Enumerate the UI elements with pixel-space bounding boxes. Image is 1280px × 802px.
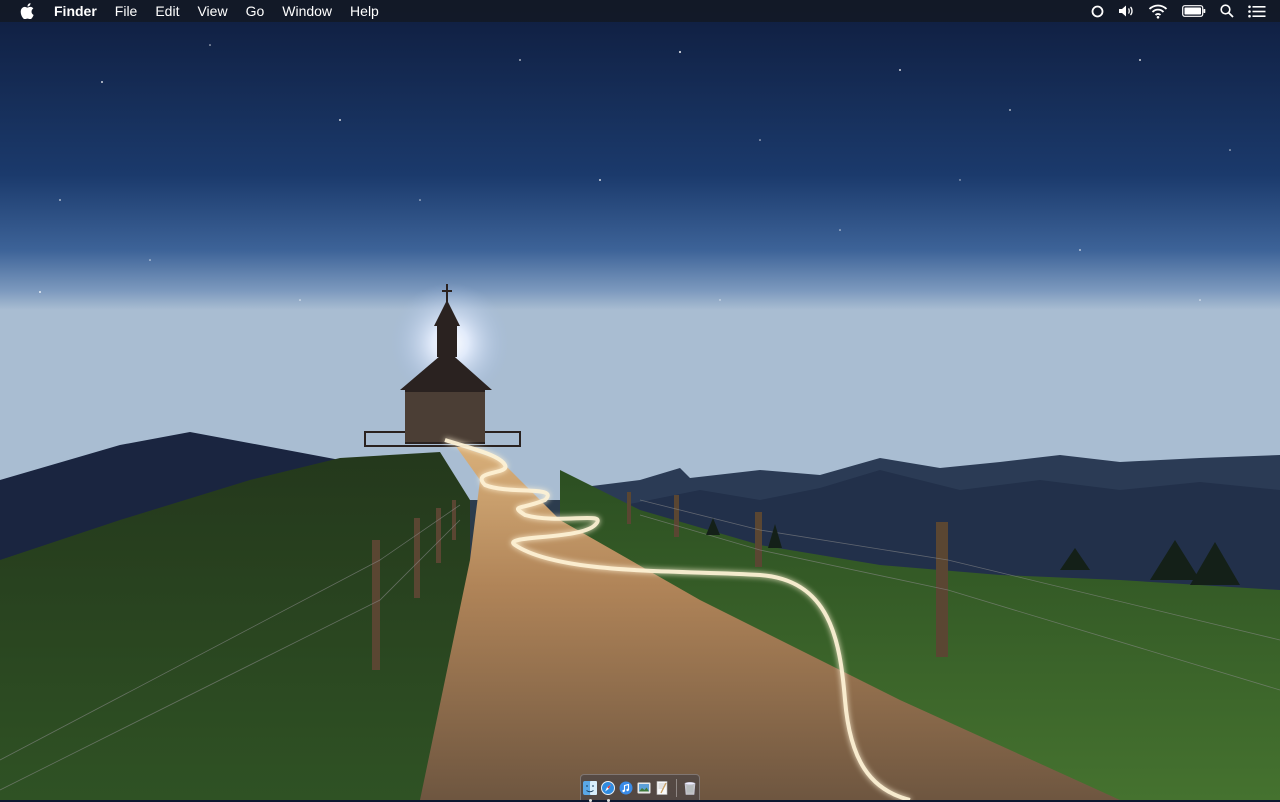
volume-icon[interactable] [1118, 0, 1134, 22]
spotlight-search-icon[interactable] [1220, 0, 1234, 22]
menu-view[interactable]: View [188, 0, 236, 22]
running-indicator [588, 798, 592, 802]
menu-file[interactable]: File [106, 0, 147, 22]
notification-center-icon[interactable] [1248, 0, 1266, 22]
dock-separator [675, 778, 677, 797]
apple-logo-icon[interactable] [19, 3, 35, 19]
dock-item-finder[interactable] [583, 779, 598, 802]
dock-item-preview[interactable] [637, 779, 652, 797]
siri-icon[interactable] [1091, 0, 1104, 22]
battery-icon[interactable] [1182, 0, 1206, 22]
menu-app-name[interactable]: Finder [54, 0, 106, 22]
menu-help[interactable]: Help [341, 0, 388, 22]
desktop[interactable] [0, 0, 1280, 800]
trash-icon [684, 781, 696, 795]
safari-icon [601, 780, 615, 795]
dock-item-itunes[interactable] [619, 779, 634, 797]
itunes-icon [619, 781, 633, 794]
dock [580, 774, 700, 802]
dock-item-trash[interactable] [683, 779, 698, 797]
finder-icon [583, 780, 597, 795]
wifi-icon[interactable] [1148, 0, 1168, 22]
textedit-icon [656, 780, 668, 795]
wallpaper-scene [0, 0, 1280, 800]
menu-go[interactable]: Go [237, 0, 274, 22]
dock-item-textedit[interactable] [655, 779, 670, 797]
dock-item-safari[interactable] [601, 779, 616, 802]
running-indicator [606, 798, 610, 802]
menu-edit[interactable]: Edit [146, 0, 188, 22]
preview-icon [637, 782, 651, 793]
menu-bar: Finder File Edit View Go Window Help [0, 0, 1280, 22]
menu-window[interactable]: Window [273, 0, 341, 22]
